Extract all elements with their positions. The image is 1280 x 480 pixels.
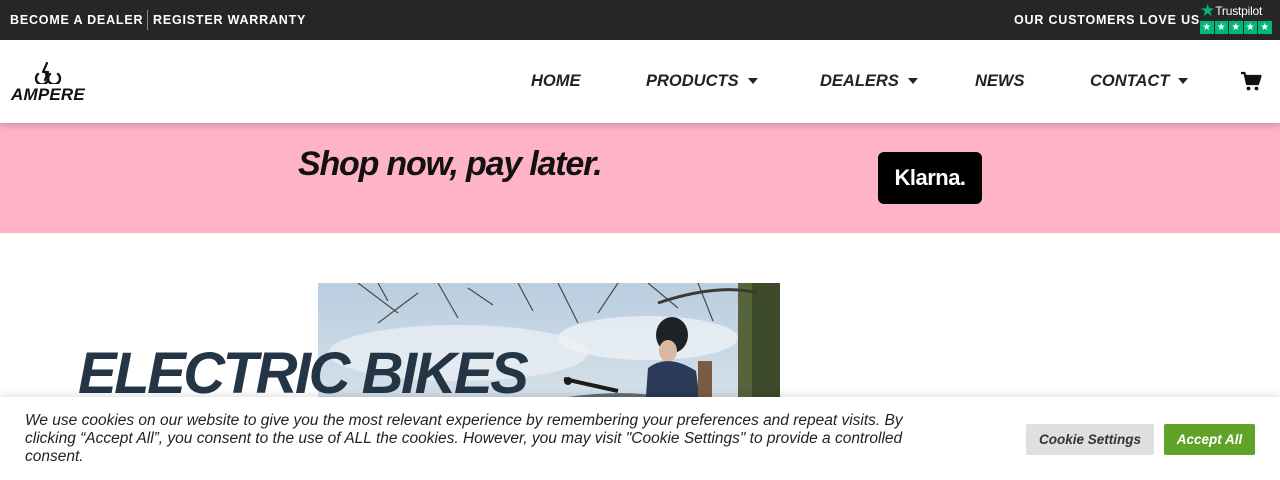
trustpilot-rating: ★ ★ ★ ★ ★ xyxy=(1200,21,1272,34)
nav-home[interactable]: HOME xyxy=(531,70,581,92)
site-header: AMPERE HOME PRODUCTS DEALERS NEWS CONTAC… xyxy=(0,40,1280,123)
nav-dealers[interactable]: DEALERS xyxy=(820,70,918,92)
nav-dealers-label: DEALERS xyxy=(820,72,899,90)
rating-star-icon: ★ xyxy=(1258,21,1272,34)
caret-down-icon xyxy=(907,77,918,84)
rating-star-icon: ★ xyxy=(1229,21,1243,34)
topbar-divider xyxy=(147,10,148,30)
caret-down-icon xyxy=(1178,77,1189,84)
caret-down-icon xyxy=(747,77,758,84)
cookie-message: We use cookies on our website to give yo… xyxy=(25,412,903,465)
trustpilot-logo: ★Trustpilot xyxy=(1200,2,1262,20)
customers-love-us-text: OUR CUSTOMERS LOVE US xyxy=(1014,13,1201,27)
rating-star-icon: ★ xyxy=(1243,21,1257,34)
trustpilot-widget[interactable]: ★Trustpilot ★ ★ ★ ★ ★ xyxy=(1200,2,1272,36)
cookie-settings-button[interactable]: Cookie Settings xyxy=(1026,424,1154,455)
nav-contact-label: CONTACT xyxy=(1090,72,1170,90)
nav-products-label: PRODUCTS xyxy=(646,72,739,90)
nav-news[interactable]: NEWS xyxy=(975,70,1025,92)
rating-star-icon: ★ xyxy=(1200,21,1214,34)
klarna-banner[interactable]: Shop now, pay later. Klarna. xyxy=(0,123,1280,233)
klarna-headline: Shop now, pay later. xyxy=(298,145,603,183)
nav-products[interactable]: PRODUCTS xyxy=(646,70,758,92)
rating-star-icon: ★ xyxy=(1214,21,1228,34)
accept-all-button[interactable]: Accept All xyxy=(1164,424,1255,455)
nav-news-label: NEWS xyxy=(975,72,1025,90)
hero-title: ELECTRIC BIKES xyxy=(78,341,529,406)
shopping-cart-icon[interactable] xyxy=(1240,70,1262,92)
klarna-badge[interactable]: Klarna. xyxy=(878,152,982,204)
ampere-logo-icon xyxy=(34,61,62,84)
trustpilot-label: Trustpilot xyxy=(1215,4,1263,18)
top-bar: BECOME A DEALER REGISTER WARRANTY OUR CU… xyxy=(0,0,1280,40)
nav-contact[interactable]: CONTACT xyxy=(1090,70,1189,92)
register-warranty-link[interactable]: REGISTER WARRANTY xyxy=(153,12,306,28)
nav-home-label: HOME xyxy=(531,72,581,90)
become-dealer-link[interactable]: BECOME A DEALER xyxy=(10,12,143,28)
trustpilot-star-icon: ★ xyxy=(1200,1,1216,20)
cookie-consent-bar: We use cookies on our website to give yo… xyxy=(0,397,1280,480)
logo-text: AMPERE xyxy=(11,85,85,104)
site-logo[interactable]: AMPERE xyxy=(10,60,90,106)
